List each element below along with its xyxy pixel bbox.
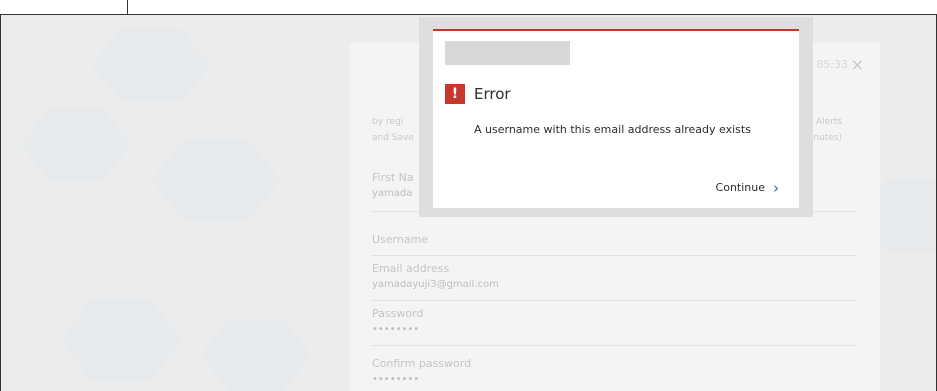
email-label: Email address xyxy=(372,262,450,275)
email-field[interactable]: Email address yamadayuji3@gmail.com xyxy=(372,262,856,301)
bg-hexagon xyxy=(21,109,131,181)
email-value: yamadayuji3@gmail.com xyxy=(372,279,499,290)
continue-label: Continue xyxy=(715,181,765,194)
top-notch xyxy=(0,0,128,14)
error-icon: ! xyxy=(445,84,465,104)
chevron-right-icon: › xyxy=(773,178,779,197)
confirm-password-label: Confirm password xyxy=(372,357,472,370)
page-frame: 85:33 × by regi and Save e Alerts minute… xyxy=(0,14,937,391)
confirm-password-field[interactable]: Confirm password •••••••• xyxy=(372,357,856,391)
session-timer: 85:33 xyxy=(816,58,848,71)
close-icon[interactable]: × xyxy=(851,55,864,74)
bg-hexagon xyxy=(201,319,311,391)
bg-hexagon xyxy=(151,139,281,221)
password-label: Password xyxy=(372,307,424,320)
bg-hexagon xyxy=(91,29,211,101)
bg-hexagon xyxy=(61,299,181,381)
dialog-title: Error xyxy=(474,85,511,103)
username-field[interactable]: Username xyxy=(372,233,856,256)
error-dialog: ! Error A username with this email addre… xyxy=(433,29,799,208)
confirm-password-value: •••••••• xyxy=(372,374,420,385)
password-value: •••••••• xyxy=(372,324,420,335)
password-field[interactable]: Password •••••••• xyxy=(372,307,856,346)
continue-button[interactable]: Continue › xyxy=(715,178,779,197)
username-label: Username xyxy=(372,233,429,246)
dialog-message: A username with this email address alrea… xyxy=(474,123,751,136)
logo-placeholder xyxy=(445,41,570,65)
